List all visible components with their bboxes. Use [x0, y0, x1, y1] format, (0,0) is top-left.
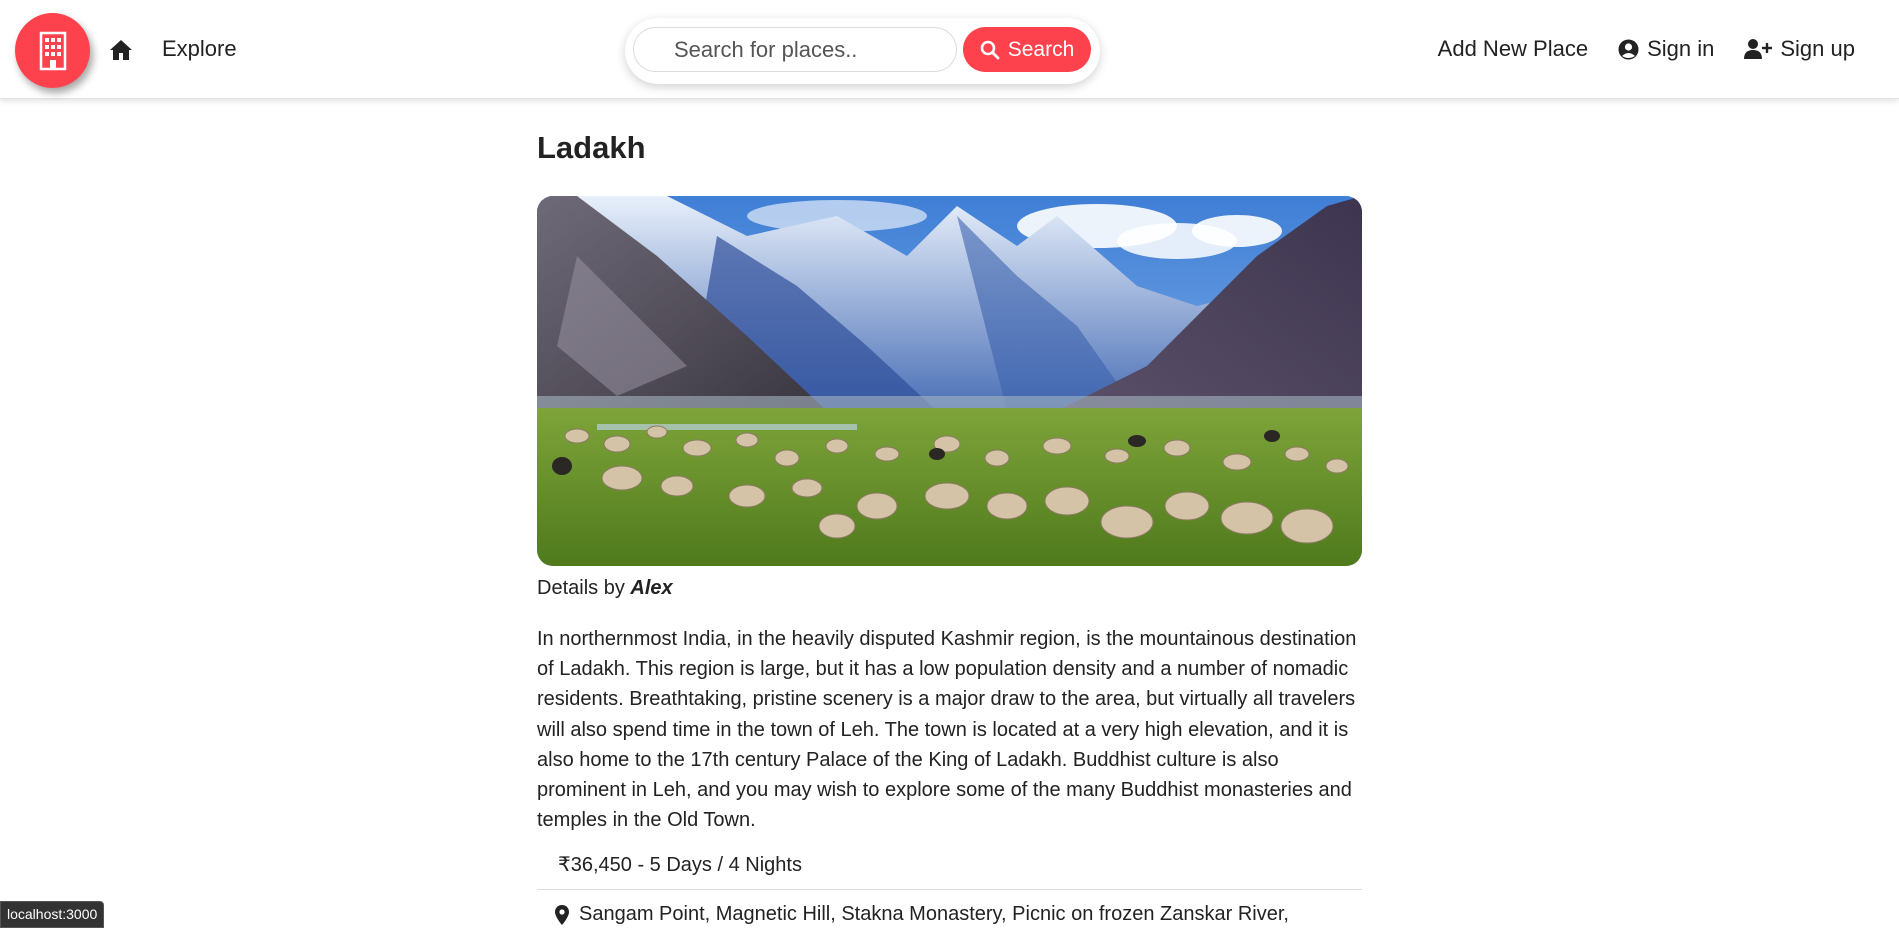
owner-name: Alex: [630, 577, 673, 599]
logo[interactable]: [15, 13, 90, 88]
sign-up-label: Sign up: [1780, 36, 1855, 61]
user-plus-icon: [1744, 39, 1773, 59]
search-icon: [980, 40, 1000, 59]
building-icon: [39, 31, 66, 70]
add-new-place-link[interactable]: Add New Place: [1438, 36, 1588, 62]
add-new-place-label: Add New Place: [1437, 36, 1589, 61]
home-icon: [110, 40, 132, 60]
nav-explore-link[interactable]: Explore: [162, 36, 237, 62]
nav-home-link[interactable]: [108, 37, 134, 63]
map-pin-icon: [555, 904, 569, 925]
listing-location: Sangam Point, Magnetic Hill, Stakna Mona…: [555, 903, 1289, 926]
listing-owner: Details by Alex: [537, 577, 673, 600]
nav-right-links: Add New Place Sign in Sign up: [1438, 36, 1855, 62]
user-circle-icon: [1618, 39, 1639, 59]
search-input[interactable]: [633, 27, 957, 72]
browser-status-url: localhost:3000: [0, 901, 105, 928]
sign-in-link[interactable]: Sign in: [1618, 36, 1714, 62]
search-button-label: Search: [1007, 37, 1075, 61]
owner-prefix: Details by: [537, 577, 625, 599]
listing-image: [537, 196, 1362, 566]
search-bar: Search: [625, 18, 1100, 84]
listing-description: In northernmost India, in the heavily di…: [537, 628, 1357, 832]
sign-up-link[interactable]: Sign up: [1744, 36, 1855, 62]
divider: [537, 889, 1362, 890]
sign-in-label: Sign in: [1647, 36, 1715, 61]
navbar: Explore Search Add New Place Sign in: [0, 0, 1899, 99]
location-text: Sangam Point, Magnetic Hill, Stakna Mona…: [579, 903, 1289, 925]
search-button[interactable]: Search: [963, 27, 1091, 72]
listing-title: Ladakh: [537, 130, 646, 165]
listing-price: ₹36,450 - 5 Days / 4 Nights: [558, 854, 802, 876]
listing-image-illustration: [537, 196, 1362, 566]
